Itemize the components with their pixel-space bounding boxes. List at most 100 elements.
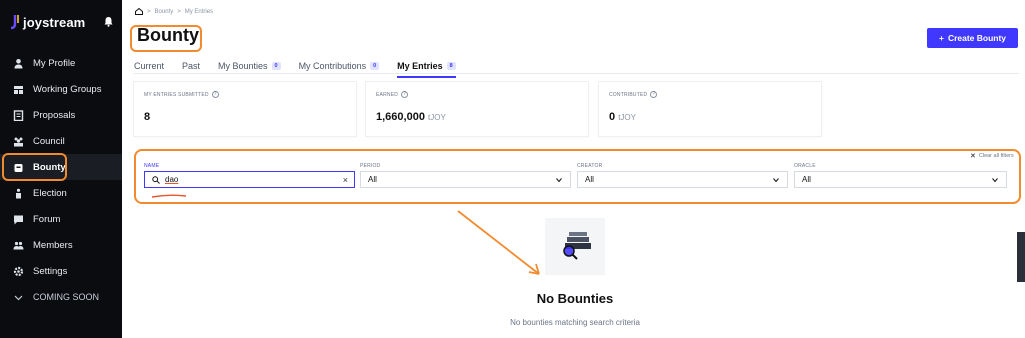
chevron-down-icon <box>773 178 779 183</box>
tab-label: My Contributions <box>298 61 367 71</box>
sidebar-item-council[interactable]: Council <box>0 128 122 154</box>
working-groups-icon <box>14 85 23 94</box>
sidebar-item-label: My Profile <box>33 57 76 69</box>
clear-search-icon[interactable]: × <box>343 175 348 185</box>
empty-state-subtitle: No bounties matching search criteria <box>510 318 640 327</box>
stat-number: 0 <box>609 111 616 123</box>
sidebar-item-label: Forum <box>33 213 61 225</box>
period-select[interactable]: All <box>360 171 571 188</box>
tab-my-bounties[interactable]: My Bounties 0 <box>218 59 281 73</box>
breadcrumb-bounty[interactable]: Bounty <box>155 9 174 15</box>
plus-icon: + <box>938 33 944 43</box>
joystream-logo-icon <box>10 15 19 30</box>
filter-label: NAME <box>144 163 160 169</box>
sidebar-item-proposals[interactable]: Proposals <box>0 102 122 128</box>
stat-unit: tJOY <box>428 113 446 122</box>
sidebar-item-election[interactable]: Election <box>0 180 122 206</box>
empty-state-illustration <box>545 218 605 275</box>
tab-label: Past <box>182 61 201 71</box>
proposals-icon <box>13 109 24 121</box>
sidebar: joystream My Profile Working Groups Prop… <box>0 0 122 338</box>
sidebar-item-forum[interactable]: Forum <box>0 206 122 232</box>
filter-label: CREATOR <box>577 163 603 169</box>
annotation-underline <box>151 194 187 198</box>
help-icon[interactable]: ? <box>650 91 658 98</box>
close-icon: ✕ <box>970 153 976 160</box>
search-value: dao <box>165 175 179 184</box>
election-icon <box>16 188 21 198</box>
clear-all-filters-label: Clear all filters <box>978 153 1014 159</box>
sidebar-nav: My Profile Working Groups Proposals Coun… <box>0 50 122 310</box>
stat-unit: tJOY <box>618 113 636 122</box>
sidebar-item-label: Proposals <box>33 109 76 121</box>
tabs: Current Past My Bounties 0 My Contributio… <box>134 59 474 78</box>
logo-text: joystream <box>23 14 86 30</box>
breadcrumb-separator: > <box>177 8 181 15</box>
stat-number: 1,660,000 <box>376 111 425 123</box>
breadcrumb: > Bounty > My Entries <box>135 8 213 15</box>
tab-count-badge: 8 <box>446 62 456 70</box>
stat-label-wrap: MY ENTRIES SUBMITTED? <box>144 91 219 98</box>
search-input[interactable]: dao × <box>144 171 355 188</box>
help-icon[interactable]: ? <box>401 91 409 98</box>
stat-value: 1,660,000 tJOY <box>376 111 446 123</box>
create-bounty-button[interactable]: + Create Bounty <box>927 28 1018 48</box>
sidebar-item-bounty[interactable]: Bounty <box>0 153 122 181</box>
user-icon <box>14 58 23 68</box>
oracle-value: All <box>802 175 811 184</box>
stat-value: 0 tJOY <box>609 111 636 123</box>
sidebar-item-settings[interactable]: Settings <box>0 258 122 284</box>
tab-my-contributions[interactable]: My Contributions 0 <box>299 59 380 73</box>
breadcrumb-current: My Entries <box>184 8 214 15</box>
stat-card-entries: MY ENTRIES SUBMITTED? 8 <box>134 82 356 136</box>
sidebar-item-label: Council <box>33 135 65 147</box>
stat-number: 8 <box>144 111 151 123</box>
sidebar-item-working-groups[interactable]: Working Groups <box>0 76 122 102</box>
filter-period: PERIOD All <box>360 163 571 188</box>
filter-oracle: ORACLE All <box>794 163 1007 188</box>
chevron-down-icon <box>556 178 562 183</box>
sidebar-item-label: Working Groups <box>33 83 102 95</box>
tabs-divider <box>134 73 1019 74</box>
stat-label: CONTRIBUTED <box>609 91 648 98</box>
page-title: Bounty <box>137 25 199 45</box>
oracle-select[interactable]: All <box>794 171 1007 188</box>
home-icon[interactable] <box>135 8 143 15</box>
sidebar-item-label: Election <box>33 187 67 199</box>
period-value: All <box>368 175 377 184</box>
members-icon <box>13 241 24 249</box>
bell-icon[interactable] <box>104 16 113 27</box>
creator-value: All <box>585 175 594 184</box>
creator-select[interactable]: All <box>577 171 788 188</box>
annotation-arrow <box>457 210 540 275</box>
council-icon <box>14 137 23 146</box>
filter-label: PERIOD <box>360 163 381 169</box>
filter-label: ORACLE <box>794 163 816 169</box>
stat-card-earned: EARNED? 1,660,000 tJOY <box>366 82 588 136</box>
annotation-highlight <box>2 153 67 181</box>
settings-icon <box>13 266 24 276</box>
chevron-down-icon <box>992 178 998 183</box>
side-feedback-tab[interactable] <box>1017 232 1025 282</box>
stat-label-wrap: EARNED? <box>376 91 409 98</box>
search-documents-icon <box>563 232 591 260</box>
stat-label: MY ENTRIES SUBMITTED <box>144 91 209 98</box>
stat-card-contributed: CONTRIBUTED? 0 tJOY <box>599 82 821 136</box>
logo[interactable]: joystream <box>9 14 85 30</box>
tab-my-entries[interactable]: My Entries 8 <box>397 59 456 78</box>
app-window: joystream My Profile Working Groups Prop… <box>0 0 1025 338</box>
sidebar-item-my-profile[interactable]: My Profile <box>0 50 122 76</box>
search-icon <box>152 175 160 184</box>
clear-all-filters-button[interactable]: ✕ Clear all filters <box>970 152 1014 160</box>
filter-creator: CREATOR All <box>577 163 788 188</box>
help-icon[interactable]: ? <box>211 91 219 98</box>
tab-label: My Entries <box>397 61 443 71</box>
create-bounty-label: Create Bounty <box>947 33 1007 43</box>
sidebar-item-label: Settings <box>33 265 68 277</box>
tab-past[interactable]: Past <box>182 59 200 73</box>
tab-current[interactable]: Current <box>134 59 164 73</box>
tab-label: Current <box>134 61 165 71</box>
forum-icon <box>14 215 23 224</box>
sidebar-item-members[interactable]: Members <box>0 232 122 258</box>
breadcrumb-separator: > <box>147 8 151 15</box>
